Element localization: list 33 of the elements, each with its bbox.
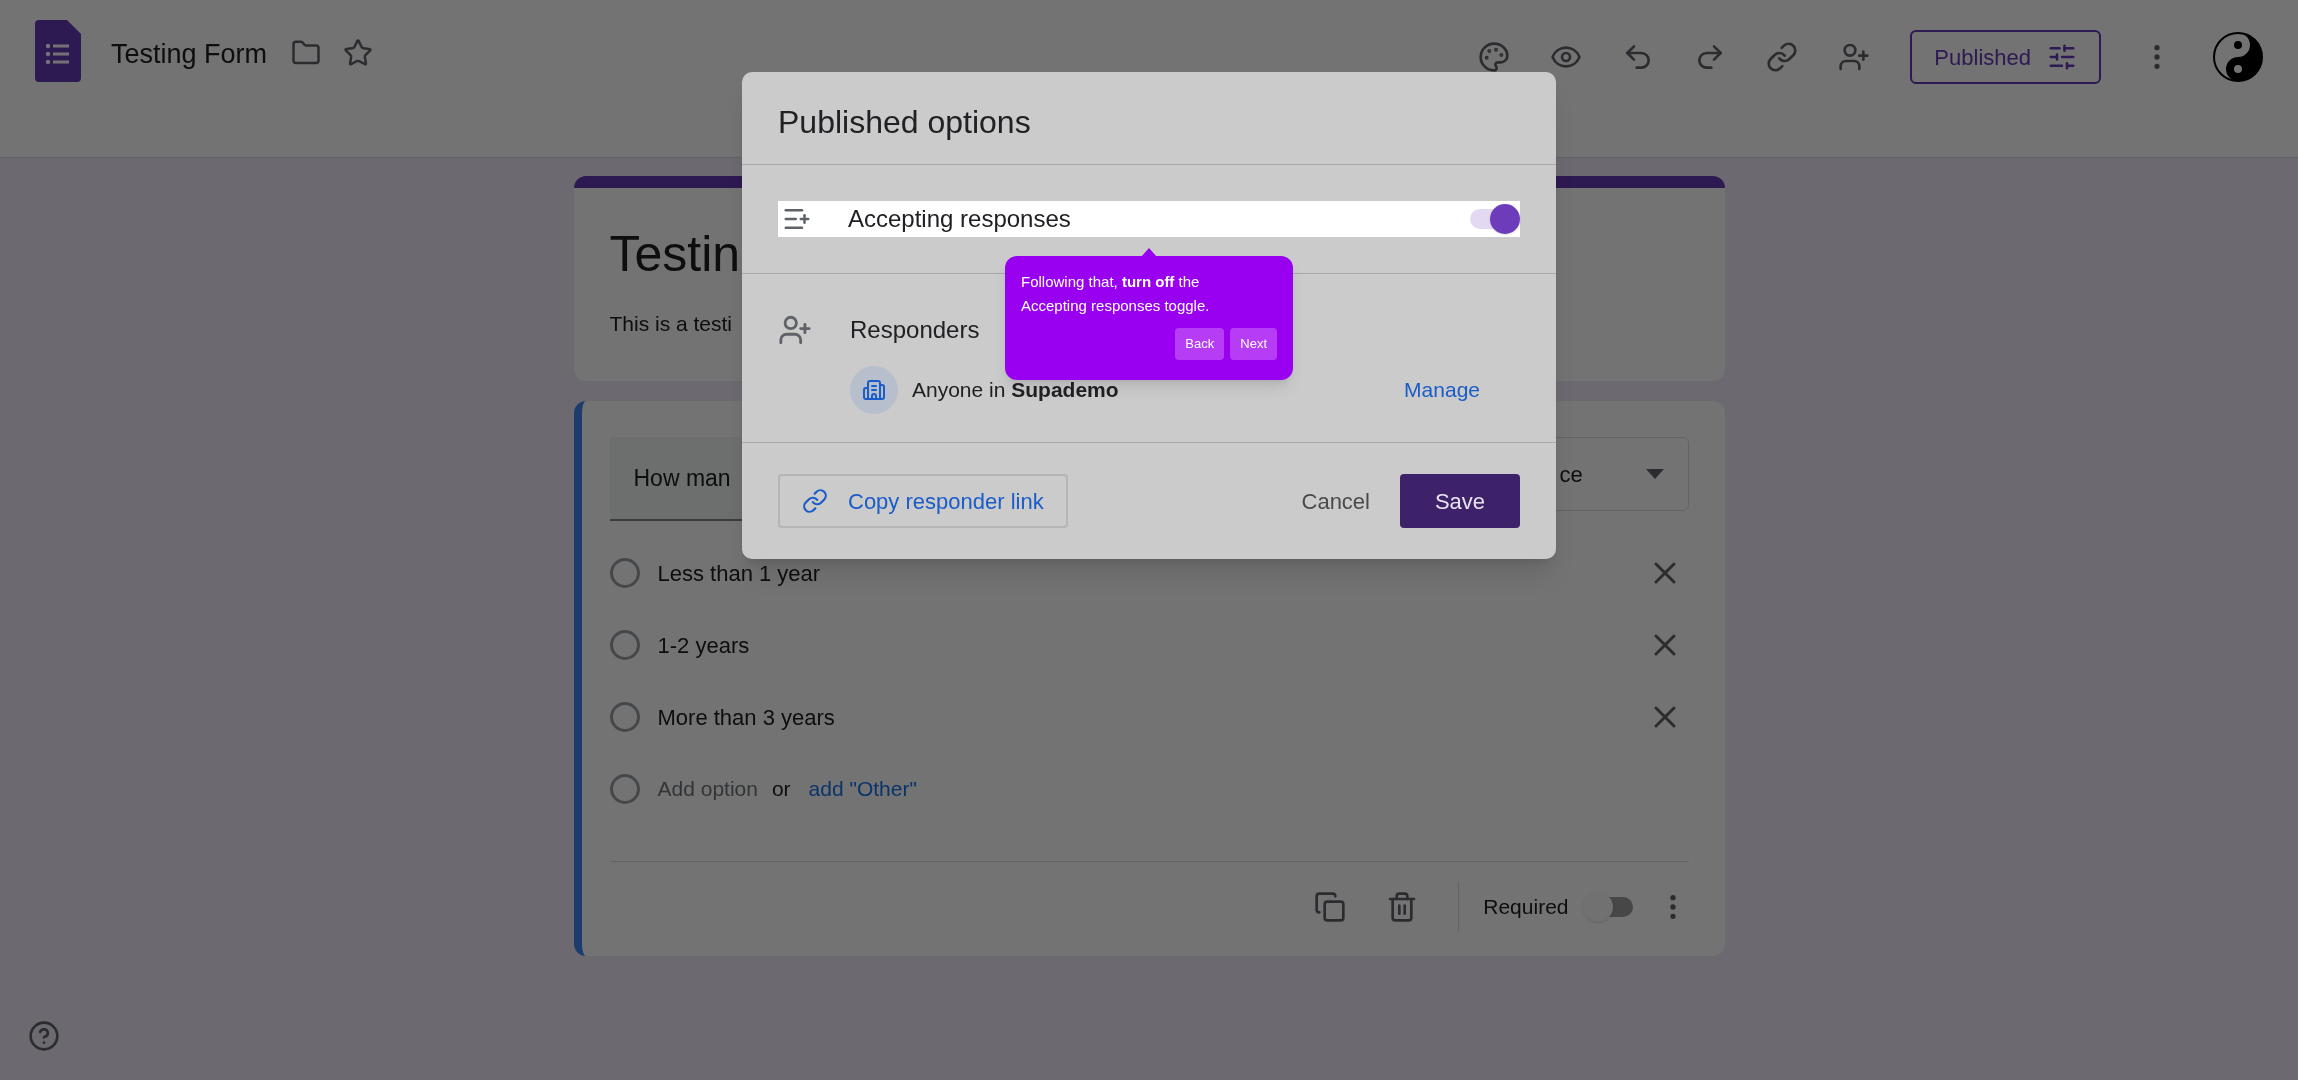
copy-responder-link-button[interactable]: Copy responder link	[778, 474, 1068, 528]
or-text: or	[771, 776, 791, 803]
tour-nav-button[interactable]: Next	[1230, 328, 1277, 360]
option-label[interactable]: 1-2 years	[657, 628, 750, 662]
star-icon[interactable]	[343, 38, 374, 68]
required-label: Required	[1483, 894, 1569, 921]
dialog-title: Published options	[742, 72, 1556, 165]
add-other-link[interactable]: add "Other"	[808, 773, 917, 805]
tour-nav-button[interactable]: Back	[1175, 328, 1225, 360]
duplicate-icon[interactable]	[1314, 891, 1347, 923]
published-button[interactable]: Published	[1910, 30, 2101, 84]
add-person-icon[interactable]	[1838, 41, 1871, 73]
accepting-responses-label: Accepting responses	[848, 204, 1071, 234]
organization-icon	[850, 366, 898, 414]
avatar-icon[interactable]	[2213, 32, 2263, 82]
option-label[interactable]: More than 3 years	[657, 700, 835, 734]
form-title[interactable]: Testing Form	[111, 34, 268, 75]
manage-link[interactable]: Manage	[1404, 374, 1480, 406]
cancel-button[interactable]: Cancel	[1277, 474, 1394, 528]
tooltip-text: Following that, turn off the Accepting responses toggle.	[1021, 272, 1211, 316]
caret-icon	[1645, 469, 1664, 479]
add-option-field[interactable]: Add option	[657, 773, 758, 805]
option-label[interactable]: Less than 1 year	[657, 556, 821, 590]
link-icon	[802, 488, 828, 514]
forms-logo-icon	[35, 20, 81, 82]
save-button[interactable]: Save	[1400, 474, 1520, 528]
add-person-icon	[778, 313, 812, 347]
link-icon[interactable]	[1766, 41, 1799, 73]
responders-heading: Responders	[850, 315, 980, 345]
help-icon[interactable]	[28, 1020, 60, 1052]
audience-text: Anyone in Supademo	[912, 377, 1119, 404]
palette-icon[interactable]	[1478, 41, 1511, 73]
sliders-icon	[2047, 42, 2077, 72]
